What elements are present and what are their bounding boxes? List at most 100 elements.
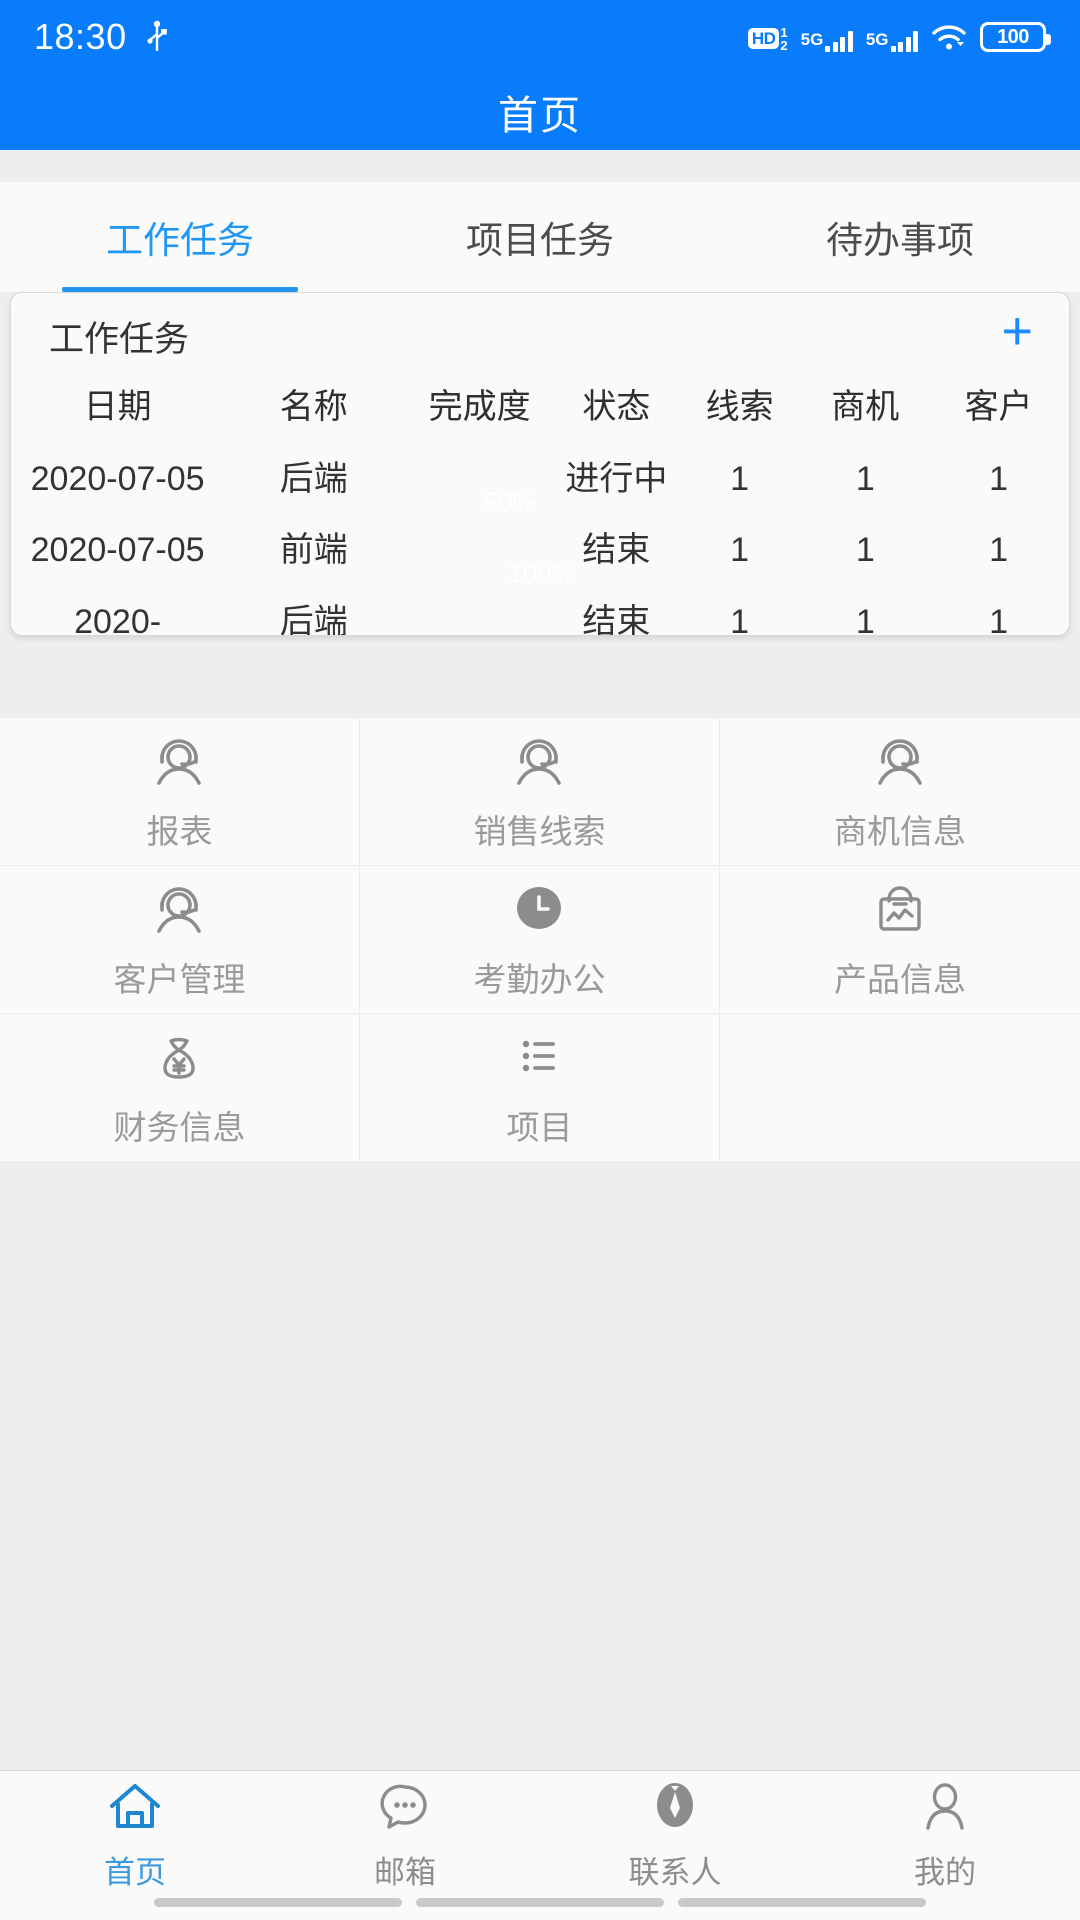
col-header-date: 日期: [83, 388, 152, 426]
nav-item-label: 联系人: [628, 1854, 722, 1890]
nav-item-label: 首页: [104, 1854, 166, 1890]
signal-sim2-icon: 5G: [866, 30, 918, 52]
hd-label: HD: [747, 28, 780, 50]
sim2-signal-bars: [890, 30, 918, 52]
col-header-lead: 线索: [705, 388, 774, 426]
hd-sim1-label: 1: [780, 24, 788, 40]
cell-customer: 1: [989, 459, 1009, 498]
user-group-icon: [867, 731, 933, 793]
grid-item-label: 销售线索: [473, 812, 606, 850]
task-card-wrapper: 工作任务 + 日期 名称 完成度 状态 线索 商机 客户 2020-07-05 …: [0, 292, 1080, 636]
grid-item-finance-info[interactable]: 财务信息: [0, 1014, 360, 1162]
hd-sim2-label: 2: [780, 37, 788, 53]
grid-item-label: 考勤办公: [473, 960, 606, 998]
col-header-name: 名称: [279, 388, 348, 426]
tab-work-tasks[interactable]: 工作任务: [0, 182, 360, 292]
phone-screen: 18:30 HD 1 2 5G 5G 100 首页 工作任务 项目任务 待办事项…: [0, 0, 1080, 1920]
tab-bar: 工作任务 项目任务 待办事项: [0, 182, 1080, 292]
cell-lead: 1: [730, 531, 750, 570]
person-icon: [914, 1778, 976, 1839]
grid-item-label: 商机信息: [833, 812, 966, 850]
cell-opportunity: 1: [855, 459, 875, 498]
grid-item-sales-leads[interactable]: 销售线索: [359, 718, 720, 866]
grid-item-label: 报表: [146, 812, 213, 850]
cell-name: 后端: [279, 459, 348, 498]
spacer-below-card: [0, 636, 1080, 718]
list-icon: [506, 1027, 572, 1089]
home-indicator-bar: [678, 1898, 926, 1907]
home-indicator-bar: [416, 1898, 664, 1907]
grid-item-label: 财务信息: [113, 1108, 246, 1146]
chat-bubble-icon: [374, 1778, 436, 1839]
status-time: 18:30: [34, 16, 127, 57]
home-indicator-row: [0, 1898, 1080, 1920]
cell-progress: 100%: [403, 515, 575, 588]
col-header-customer: 客户: [964, 388, 1033, 426]
user-group-icon: [146, 879, 212, 941]
cell-opportunity: 1: [855, 602, 875, 636]
work-task-card: 工作任务 + 日期 名称 完成度 状态 线索 商机 客户 2020-07-05 …: [10, 292, 1070, 636]
shopping-bag-chart-icon: [867, 879, 933, 941]
cell-date: 2020-07-05: [30, 459, 205, 498]
task-card-header: 工作任务 +: [11, 293, 1069, 372]
user-group-icon: [146, 731, 212, 793]
nav-item-label: 我的: [914, 1854, 976, 1890]
grid-item-opportunity-info[interactable]: 商机信息: [719, 718, 1080, 866]
grid-item-project[interactable]: 项目: [359, 1014, 720, 1162]
task-table: 日期 名称 完成度 状态 线索 商机 客户 2020-07-05 后端 进行中 …: [11, 372, 1069, 636]
cell-date: 2020-07-05: [30, 531, 205, 570]
table-row[interactable]: 2020-07-05 前端 100% 结束 1 1 1: [11, 515, 1069, 588]
signal-sim1-icon: 5G: [801, 30, 853, 52]
grid-item-label: 产品信息: [833, 960, 966, 998]
tab-label: 待办事项: [826, 220, 974, 261]
status-bar-right: HD 1 2 5G 5G 100: [747, 22, 1051, 53]
grid-item-label: 项目: [506, 1108, 573, 1146]
home-indicator-bar: [154, 1898, 402, 1907]
sim1-signal-bars: [825, 30, 853, 52]
cell-progress: 50%: [403, 444, 556, 517]
nav-item-profile[interactable]: 我的: [810, 1778, 1080, 1892]
grid-item-label: 客户管理: [113, 960, 246, 998]
cell-customer: 1: [989, 602, 1009, 636]
tab-todo-items[interactable]: 待办事项: [720, 182, 1080, 292]
nav-item-mailbox[interactable]: 邮箱: [270, 1778, 540, 1892]
task-card-title: 工作任务: [49, 320, 190, 359]
add-task-button[interactable]: +: [995, 304, 1039, 361]
volte-hd-icon: HD 1 2: [747, 24, 788, 53]
bottom-navigation-bar: 首页 邮箱 联系人 我的: [0, 1770, 1080, 1898]
nav-item-contacts[interactable]: 联系人: [540, 1778, 810, 1892]
col-header-opportunity: 商机: [831, 388, 900, 426]
user-group-icon: [506, 731, 572, 793]
sim2-network-label: 5G: [865, 30, 889, 49]
grid-item-reports[interactable]: 报表: [0, 718, 360, 866]
page-title-bar: 首页: [0, 74, 1080, 150]
grid-item-attendance-office[interactable]: 考勤办公: [359, 866, 720, 1014]
feature-grid: 报表 销售线索 商机信息 客户管理 考勤办公 产品信息 财务信息 项目: [0, 718, 1080, 1162]
clock-filled-icon: [506, 879, 572, 941]
table-header-row: 日期 名称 完成度 状态 线索 商机 客户: [11, 372, 1069, 444]
status-bar: 18:30 HD 1 2 5G 5G 100: [0, 0, 1080, 74]
grid-item-empty: [719, 1014, 1080, 1162]
table-row[interactable]: 2020-07-05 后端 50% 进行中 1 1 1: [11, 444, 1069, 517]
cell-lead: 1: [730, 459, 750, 498]
status-bar-left: 18:30: [34, 16, 169, 58]
grid-item-customer-management[interactable]: 客户管理: [0, 866, 360, 1014]
money-bag-yuan-icon: [146, 1027, 212, 1089]
tab-project-tasks[interactable]: 项目任务: [360, 182, 720, 292]
nav-item-home[interactable]: 首页: [0, 1778, 270, 1892]
battery-percent: 100: [997, 25, 1029, 48]
cell-name: 后端: [279, 602, 348, 636]
contact-tie-icon: [644, 1778, 706, 1839]
battery-icon: 100: [980, 22, 1051, 52]
cell-lead: 1: [730, 602, 750, 636]
grid-item-product-info[interactable]: 产品信息: [719, 866, 1080, 1014]
usb-icon: [145, 20, 169, 54]
page-title: 首页: [498, 94, 582, 138]
sim1-network-label: 5G: [800, 30, 824, 49]
tab-label: 项目任务: [466, 220, 614, 261]
col-header-status: 状态: [582, 388, 651, 426]
cell-date: 2020-: [74, 602, 162, 636]
wifi-icon: [931, 24, 967, 52]
col-header-progress: 完成度: [428, 388, 531, 426]
empty-content-area: [0, 1162, 1080, 1770]
